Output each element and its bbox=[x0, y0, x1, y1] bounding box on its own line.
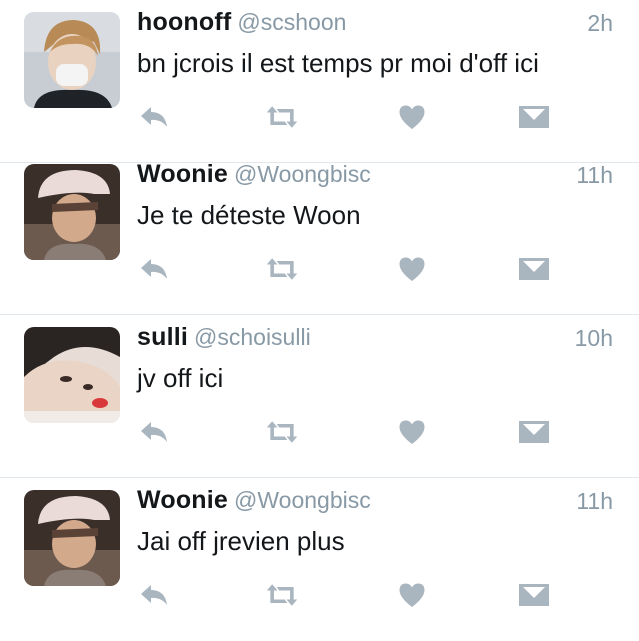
tweet-text: Jai off jrevien plus bbox=[137, 526, 345, 556]
display-name[interactable]: Woonie bbox=[137, 486, 228, 514]
direct-message-icon bbox=[519, 106, 549, 128]
tweet-text: jv off ici bbox=[137, 363, 224, 393]
reply-icon bbox=[141, 585, 167, 605]
direct-message-icon bbox=[519, 258, 549, 280]
timestamp[interactable]: 2h bbox=[587, 10, 613, 37]
timestamp[interactable]: 11h bbox=[576, 488, 613, 515]
tweet[interactable]: hoonoff @scshoon 2h bn jcrois il est temp… bbox=[0, 0, 639, 163]
direct-message-button[interactable] bbox=[517, 100, 551, 134]
direct-message-button[interactable] bbox=[517, 415, 551, 449]
user-handle[interactable]: @Woongbisc bbox=[234, 487, 371, 513]
tweet-actions bbox=[137, 578, 577, 612]
reply-button[interactable] bbox=[137, 415, 171, 449]
retweet-icon bbox=[266, 584, 298, 606]
tweet-header: Woonie @Woongbisc 11h bbox=[137, 486, 613, 520]
direct-message-icon bbox=[519, 584, 549, 606]
tweet-header: Woonie @Woongbisc 11h bbox=[137, 160, 613, 194]
like-button[interactable] bbox=[395, 252, 429, 286]
tweet[interactable]: Woonie @Woongbisc 11h Je te déteste Woon bbox=[0, 152, 639, 315]
retweet-icon bbox=[266, 258, 298, 280]
reply-icon bbox=[141, 259, 167, 279]
tweet[interactable]: Woonie @Woongbisc 11h Jai off jrevien plu… bbox=[0, 478, 639, 641]
user-handle[interactable]: @schoisulli bbox=[194, 324, 311, 350]
reply-icon bbox=[141, 107, 167, 127]
tweet-actions bbox=[137, 252, 577, 286]
retweet-button[interactable] bbox=[265, 415, 299, 449]
like-button[interactable] bbox=[395, 100, 429, 134]
tweet-header: sulli @schoisulli 10h bbox=[137, 323, 613, 357]
avatar[interactable] bbox=[24, 327, 120, 423]
heart-icon bbox=[399, 257, 425, 281]
reply-icon bbox=[141, 422, 167, 442]
heart-icon bbox=[399, 420, 425, 444]
timestamp[interactable]: 10h bbox=[575, 325, 613, 352]
timestamp[interactable]: 11h bbox=[576, 162, 613, 189]
tweet-header: hoonoff @scshoon 2h bbox=[137, 8, 613, 42]
direct-message-button[interactable] bbox=[517, 252, 551, 286]
display-name[interactable]: Woonie bbox=[137, 160, 228, 188]
reply-button[interactable] bbox=[137, 252, 171, 286]
reply-button[interactable] bbox=[137, 578, 171, 612]
tweet[interactable]: sulli @schoisulli 10h jv off ici bbox=[0, 315, 639, 478]
tweet-text: bn jcrois il est temps pr moi d'off ici bbox=[137, 48, 539, 78]
reply-button[interactable] bbox=[137, 100, 171, 134]
heart-icon bbox=[399, 105, 425, 129]
avatar[interactable] bbox=[24, 490, 120, 586]
avatar[interactable] bbox=[24, 164, 120, 260]
user-handle[interactable]: @scshoon bbox=[237, 9, 346, 35]
retweet-button[interactable] bbox=[265, 578, 299, 612]
user-handle[interactable]: @Woongbisc bbox=[234, 161, 371, 187]
direct-message-button[interactable] bbox=[517, 578, 551, 612]
like-button[interactable] bbox=[395, 578, 429, 612]
heart-icon bbox=[399, 583, 425, 607]
retweet-button[interactable] bbox=[265, 100, 299, 134]
direct-message-icon bbox=[519, 421, 549, 443]
tweet-actions bbox=[137, 100, 577, 134]
retweet-icon bbox=[266, 421, 298, 443]
tweet-actions bbox=[137, 415, 577, 449]
display-name[interactable]: sulli bbox=[137, 323, 188, 351]
avatar[interactable] bbox=[24, 12, 120, 108]
like-button[interactable] bbox=[395, 415, 429, 449]
retweet-button[interactable] bbox=[265, 252, 299, 286]
display-name[interactable]: hoonoff bbox=[137, 8, 231, 36]
retweet-icon bbox=[266, 106, 298, 128]
tweet-text: Je te déteste Woon bbox=[137, 200, 361, 230]
